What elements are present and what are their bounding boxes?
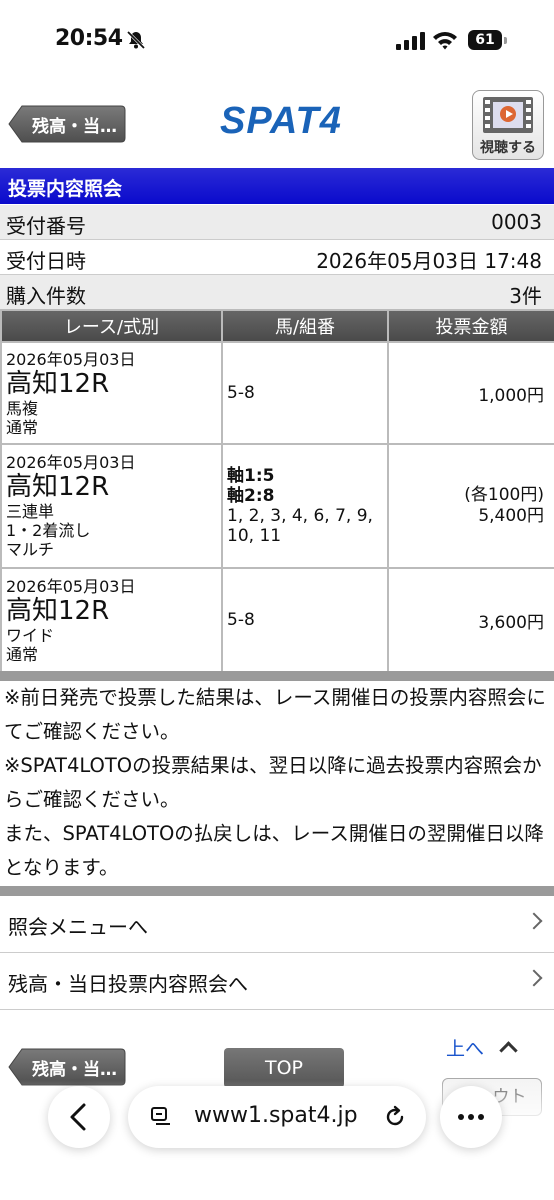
menu-link-inquiry-menu[interactable]: 照会メニューへ bbox=[0, 896, 554, 953]
section-title-bar: 投票内容照会 bbox=[0, 168, 554, 204]
bet-method-multi: マルチ bbox=[6, 540, 55, 559]
column-header: 馬/組番 bbox=[221, 309, 389, 343]
menu-link-label: 照会メニューへ bbox=[8, 915, 148, 939]
reload-icon[interactable] bbox=[382, 1104, 408, 1130]
column-header: レース/式別 bbox=[0, 309, 223, 343]
column-header: 投票金額 bbox=[387, 309, 554, 343]
bet-method: 1・2着流し bbox=[6, 521, 91, 540]
note-advance-sale: ※前日発売で投票した結果は、レース開催日の投票内容照会にてご確認ください。 bbox=[4, 686, 546, 743]
footer-back-label: 残高・当… bbox=[32, 1060, 117, 1080]
combo-cell: 5-8 bbox=[221, 567, 389, 673]
table-row: 2026年05月03日 高知12R 三連単 1・2着流し マルチ 軸1:5 軸2… bbox=[0, 443, 554, 569]
bet-type: 三連単 bbox=[6, 502, 55, 521]
amount-cell: 1,000円 bbox=[387, 341, 554, 445]
bets-table: レース/式別 馬/組番 投票金額 2026年05月03日 高知12R 馬複 通常… bbox=[0, 309, 554, 673]
info-label: 購入件数 bbox=[6, 284, 86, 308]
wifi-icon bbox=[433, 32, 457, 50]
race-venue: 高知12R bbox=[6, 472, 110, 502]
info-label: 受付日時 bbox=[6, 249, 86, 273]
status-time: 20:54 bbox=[55, 26, 123, 51]
info-row-receipt-number: 受付番号 0003 bbox=[0, 205, 554, 240]
film-icon bbox=[483, 97, 533, 133]
signal-icon bbox=[396, 32, 425, 50]
race-date: 2026年05月03日 bbox=[6, 349, 136, 369]
bell-muted-icon bbox=[126, 30, 146, 50]
play-icon bbox=[500, 106, 516, 122]
browser-back-button[interactable] bbox=[48, 1086, 110, 1148]
race-cell: 2026年05月03日 高知12R ワイド 通常 bbox=[0, 567, 223, 673]
amount: 1,000円 bbox=[478, 385, 544, 406]
race-cell: 2026年05月03日 高知12R 馬複 通常 bbox=[0, 341, 223, 445]
page-title: 投票内容照会 bbox=[8, 178, 123, 200]
chevron-up-icon[interactable] bbox=[499, 1041, 518, 1060]
browser-more-button[interactable] bbox=[440, 1086, 502, 1148]
info-row-receipt-datetime: 受付日時 2026年05月03日 17:48 bbox=[0, 240, 554, 275]
race-date: 2026年05月03日 bbox=[6, 453, 136, 472]
table-row: 2026年05月03日 高知12R 馬複 通常 5-8 1,000円 bbox=[0, 341, 554, 445]
amount: 5,400円 bbox=[478, 506, 544, 526]
divider bbox=[0, 886, 554, 896]
combo-cell: 5-8 bbox=[221, 341, 389, 445]
combination: 5-8 bbox=[227, 383, 255, 403]
combo-cell: 軸1:5 軸2:8 1, 2, 3, 4, 6, 7, 9, 10, 11 bbox=[221, 443, 389, 569]
axis-1: 軸1:5 bbox=[227, 466, 275, 486]
note-loto-results: ※SPAT4LOTOの投票結果は、翌日以降に過去投票内容照会からご確認ください。 bbox=[4, 754, 542, 811]
watch-label: 視聴する bbox=[480, 140, 536, 156]
race-venue: 高知12R bbox=[6, 368, 110, 399]
axis-2: 軸2:8 bbox=[227, 486, 275, 506]
amount: 3,600円 bbox=[478, 612, 544, 633]
battery-icon: 61 bbox=[468, 30, 508, 50]
amount-cell: (各100円) 5,400円 bbox=[387, 443, 554, 569]
chevron-right-icon bbox=[525, 969, 543, 987]
chevron-right-icon bbox=[525, 912, 543, 930]
watch-video-button[interactable]: 視聴する bbox=[472, 90, 544, 160]
menu-link-balance-inquiry[interactable]: 残高・当日投票内容照会へ bbox=[0, 953, 554, 1010]
note-loto-payout: また、SPAT4LOTOの払戻しは、レース開催日の翌開催日以降となります。 bbox=[4, 822, 544, 879]
amount-cell: 3,600円 bbox=[387, 567, 554, 673]
info-value: 0003 bbox=[491, 210, 542, 234]
back-button-label: 残高・当… bbox=[32, 117, 117, 137]
bet-type: 馬複 bbox=[6, 398, 39, 418]
divider bbox=[0, 671, 554, 681]
chevron-left-icon bbox=[70, 1103, 86, 1131]
info-value: 3件 bbox=[509, 284, 542, 308]
menu-link-label: 残高・当日投票内容照会へ bbox=[8, 972, 248, 996]
table-row: 2026年05月03日 高知12R ワイド 通常 5-8 3,600円 bbox=[0, 567, 554, 673]
race-venue: 高知12R bbox=[6, 595, 110, 626]
scroll-to-top-link[interactable]: 上へ bbox=[446, 1034, 484, 1061]
race-cell: 2026年05月03日 高知12R 三連単 1・2着流し マルチ bbox=[0, 443, 223, 569]
partner-horses: 1, 2, 3, 4, 6, 7, 9, 10, 11 bbox=[227, 506, 373, 546]
bet-method: 通常 bbox=[6, 644, 39, 664]
bet-type: ワイド bbox=[6, 625, 55, 645]
address-bar[interactable]: www1.spat4.jp bbox=[128, 1086, 426, 1148]
battery-level: 61 bbox=[468, 30, 502, 50]
reader-icon[interactable] bbox=[150, 1106, 172, 1128]
table-header-row: レース/式別 馬/組番 投票金額 bbox=[0, 309, 554, 343]
info-label: 受付番号 bbox=[6, 214, 86, 238]
info-row-purchase-count: 購入件数 3件 bbox=[0, 275, 554, 310]
more-dots-icon bbox=[458, 1114, 484, 1120]
spat4-logo[interactable]: SPAT4 bbox=[220, 100, 342, 143]
url-text[interactable]: www1.spat4.jp bbox=[194, 1103, 358, 1128]
info-value: 2026年05月03日 17:48 bbox=[316, 249, 542, 273]
bet-method: 通常 bbox=[6, 417, 39, 437]
back-button[interactable]: 残高・当… bbox=[8, 104, 127, 144]
amount-each: (各100円) bbox=[464, 485, 544, 505]
race-date: 2026年05月03日 bbox=[6, 576, 136, 596]
combination: 5-8 bbox=[227, 610, 255, 630]
